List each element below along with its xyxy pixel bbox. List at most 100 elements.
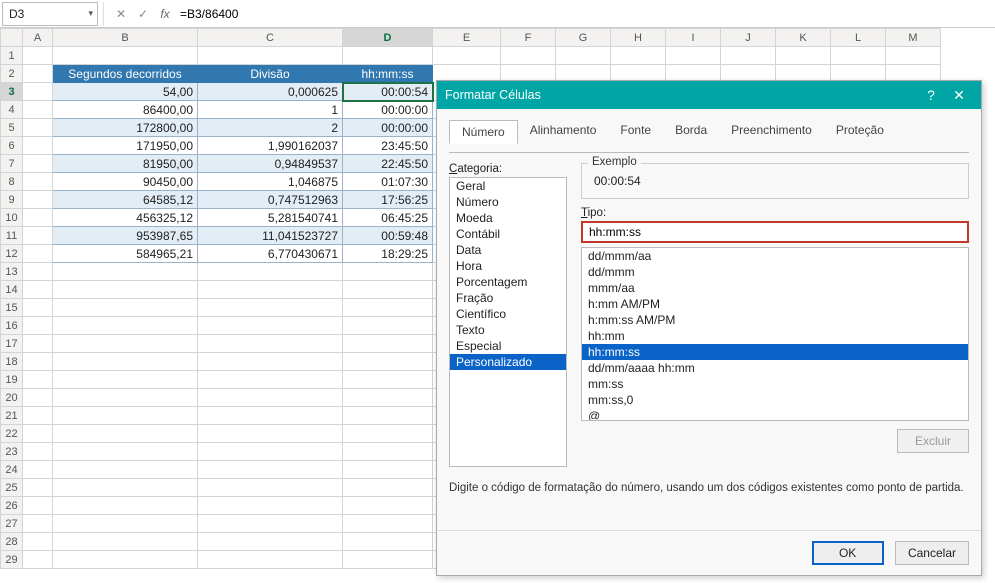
- cell-C27[interactable]: [198, 515, 343, 533]
- cell-B27[interactable]: [53, 515, 198, 533]
- category-item[interactable]: Texto: [450, 322, 566, 338]
- fx-icon[interactable]: fx: [154, 7, 176, 21]
- tab-alinhamento[interactable]: Alinhamento: [518, 119, 609, 143]
- cell-A23[interactable]: [23, 443, 53, 461]
- type-list[interactable]: dd/mmm/aadd/mmmmmm/aah:mm AM/PMh:mm:ss A…: [581, 247, 969, 421]
- tab-preenchimento[interactable]: Preenchimento: [719, 119, 824, 143]
- cell-A17[interactable]: [23, 335, 53, 353]
- col-header-E[interactable]: E: [433, 29, 501, 47]
- cell-B14[interactable]: [53, 281, 198, 299]
- cell-B1[interactable]: [53, 47, 198, 65]
- cell-D14[interactable]: [343, 281, 433, 299]
- row-header-20[interactable]: 20: [1, 389, 23, 407]
- row-header-10[interactable]: 10: [1, 209, 23, 227]
- cell-A9[interactable]: [23, 191, 53, 209]
- row-header-2[interactable]: 2: [1, 65, 23, 83]
- cell-A25[interactable]: [23, 479, 53, 497]
- cell-B18[interactable]: [53, 353, 198, 371]
- cell-I1[interactable]: [666, 47, 721, 65]
- cell-B22[interactable]: [53, 425, 198, 443]
- cell-B2[interactable]: Segundos decorridos: [53, 65, 198, 83]
- cell-B6[interactable]: 171950,00: [53, 137, 198, 155]
- cell-C19[interactable]: [198, 371, 343, 389]
- col-header-G[interactable]: G: [556, 29, 611, 47]
- cell-D29[interactable]: [343, 551, 433, 569]
- cell-A1[interactable]: [23, 47, 53, 65]
- tab-número[interactable]: Número: [449, 120, 518, 144]
- row-header-17[interactable]: 17: [1, 335, 23, 353]
- tab-borda[interactable]: Borda: [663, 119, 719, 143]
- row-header-18[interactable]: 18: [1, 353, 23, 371]
- cell-D11[interactable]: 00:59:48: [343, 227, 433, 245]
- cell-D19[interactable]: [343, 371, 433, 389]
- row-header-29[interactable]: 29: [1, 551, 23, 569]
- cell-C9[interactable]: 0,747512963: [198, 191, 343, 209]
- col-header-K[interactable]: K: [776, 29, 831, 47]
- cell-B28[interactable]: [53, 533, 198, 551]
- cell-A5[interactable]: [23, 119, 53, 137]
- category-item[interactable]: Especial: [450, 338, 566, 354]
- cell-K1[interactable]: [776, 47, 831, 65]
- type-item[interactable]: dd/mmm: [582, 264, 968, 280]
- category-item[interactable]: Geral: [450, 178, 566, 194]
- cell-A11[interactable]: [23, 227, 53, 245]
- cell-D17[interactable]: [343, 335, 433, 353]
- row-header-14[interactable]: 14: [1, 281, 23, 299]
- cell-D22[interactable]: [343, 425, 433, 443]
- cell-A22[interactable]: [23, 425, 53, 443]
- cell-A7[interactable]: [23, 155, 53, 173]
- cell-A18[interactable]: [23, 353, 53, 371]
- cell-D28[interactable]: [343, 533, 433, 551]
- cell-A29[interactable]: [23, 551, 53, 569]
- row-header-26[interactable]: 26: [1, 497, 23, 515]
- cell-D24[interactable]: [343, 461, 433, 479]
- cell-A13[interactable]: [23, 263, 53, 281]
- cell-B3[interactable]: 54,00: [53, 83, 198, 101]
- cell-C11[interactable]: 11,041523727: [198, 227, 343, 245]
- type-item[interactable]: dd/mm/aaaa hh:mm: [582, 360, 968, 376]
- cell-D15[interactable]: [343, 299, 433, 317]
- cell-D9[interactable]: 17:56:25: [343, 191, 433, 209]
- cell-C29[interactable]: [198, 551, 343, 569]
- category-item[interactable]: Moeda: [450, 210, 566, 226]
- cell-C5[interactable]: 2: [198, 119, 343, 137]
- cell-D6[interactable]: 23:45:50: [343, 137, 433, 155]
- cell-C22[interactable]: [198, 425, 343, 443]
- close-icon[interactable]: ✕: [945, 87, 973, 104]
- cell-D23[interactable]: [343, 443, 433, 461]
- cell-D18[interactable]: [343, 353, 433, 371]
- cell-A15[interactable]: [23, 299, 53, 317]
- cell-B10[interactable]: 456325,12: [53, 209, 198, 227]
- category-item[interactable]: Científico: [450, 306, 566, 322]
- type-item[interactable]: mmm/aa: [582, 280, 968, 296]
- cell-B15[interactable]: [53, 299, 198, 317]
- cell-A27[interactable]: [23, 515, 53, 533]
- col-header-F[interactable]: F: [501, 29, 556, 47]
- cell-B5[interactable]: 172800,00: [53, 119, 198, 137]
- cell-F1[interactable]: [501, 47, 556, 65]
- category-item[interactable]: Fração: [450, 290, 566, 306]
- cell-B8[interactable]: 90450,00: [53, 173, 198, 191]
- cell-A12[interactable]: [23, 245, 53, 263]
- cell-B26[interactable]: [53, 497, 198, 515]
- row-header-6[interactable]: 6: [1, 137, 23, 155]
- cell-C13[interactable]: [198, 263, 343, 281]
- cell-B25[interactable]: [53, 479, 198, 497]
- cell-M1[interactable]: [886, 47, 941, 65]
- category-item[interactable]: Personalizado: [450, 354, 566, 370]
- cell-C25[interactable]: [198, 479, 343, 497]
- cell-D4[interactable]: 00:00:00: [343, 101, 433, 119]
- cell-C23[interactable]: [198, 443, 343, 461]
- cell-G1[interactable]: [556, 47, 611, 65]
- cell-C3[interactable]: 0,000625: [198, 83, 343, 101]
- cell-L1[interactable]: [831, 47, 886, 65]
- row-header-16[interactable]: 16: [1, 317, 23, 335]
- delete-button[interactable]: Excluir: [897, 429, 969, 453]
- cell-B4[interactable]: 86400,00: [53, 101, 198, 119]
- cell-C18[interactable]: [198, 353, 343, 371]
- cell-C2[interactable]: Divisão: [198, 65, 343, 83]
- cell-C17[interactable]: [198, 335, 343, 353]
- ok-button[interactable]: OK: [812, 541, 884, 565]
- col-header-D[interactable]: D: [343, 29, 433, 47]
- type-item[interactable]: h:mm AM/PM: [582, 296, 968, 312]
